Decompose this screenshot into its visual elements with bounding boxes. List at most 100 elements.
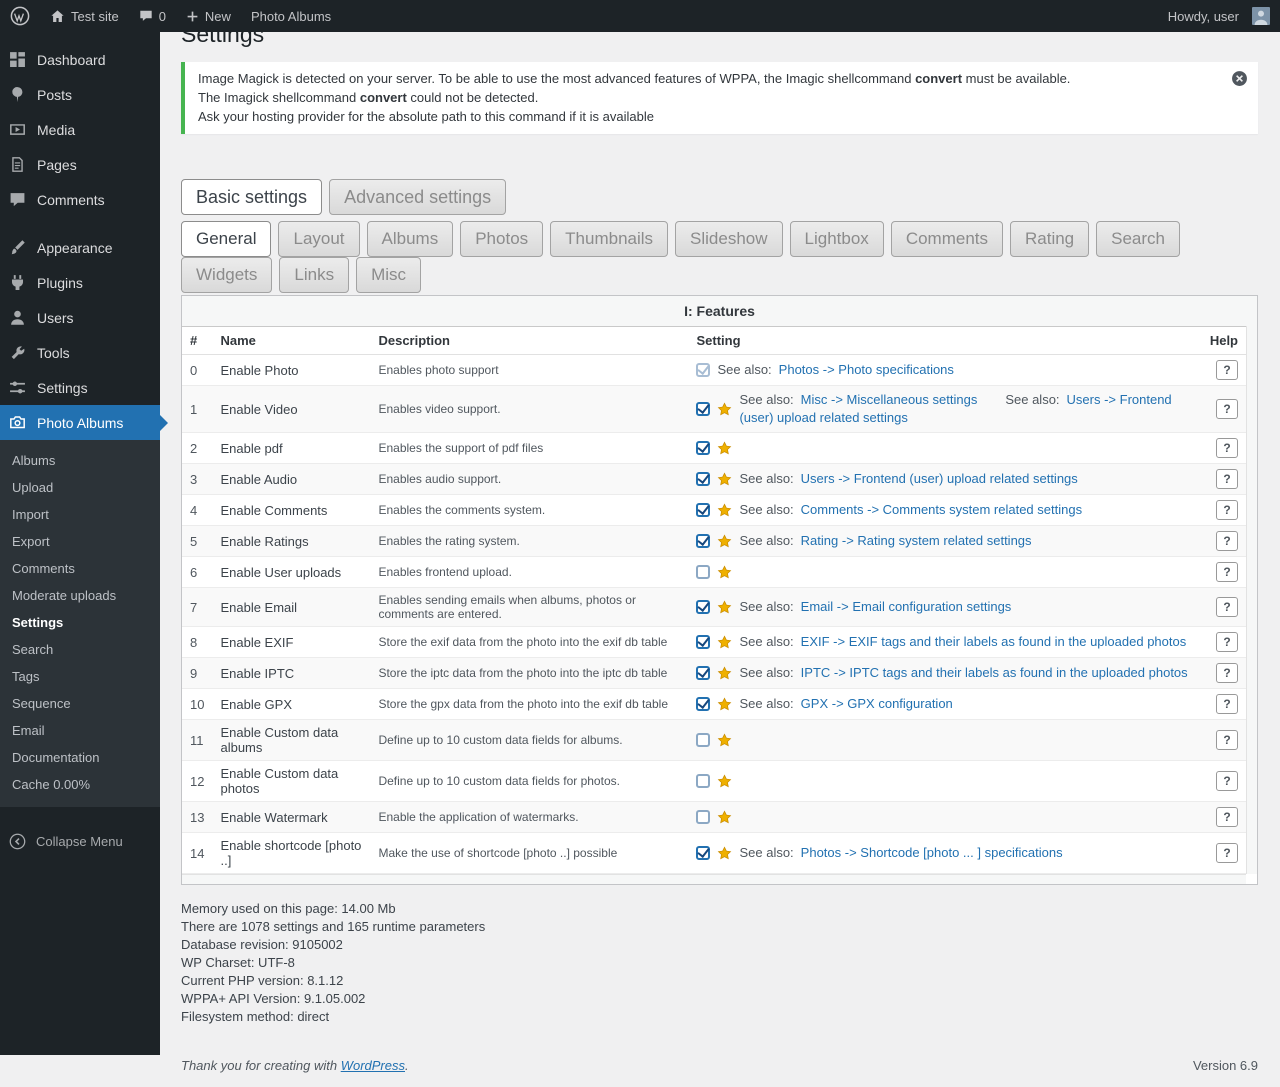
help-button[interactable]: ? bbox=[1216, 531, 1238, 551]
submenu-item-moderate-uploads[interactable]: Moderate uploads bbox=[0, 582, 160, 609]
submenu-item-import[interactable]: Import bbox=[0, 501, 160, 528]
sidebar-item-dashboard[interactable]: Dashboard bbox=[0, 42, 160, 77]
setting-checkbox[interactable] bbox=[696, 846, 710, 860]
subtab-photos[interactable]: Photos bbox=[460, 221, 543, 257]
star-icon bbox=[717, 402, 732, 417]
setting-checkbox[interactable] bbox=[696, 503, 710, 517]
setting-checkbox[interactable] bbox=[696, 733, 710, 747]
subtab-lightbox[interactable]: Lightbox bbox=[790, 221, 884, 257]
settings-icon bbox=[8, 378, 27, 397]
setting-checkbox[interactable] bbox=[696, 534, 710, 548]
subtab-search[interactable]: Search bbox=[1096, 221, 1180, 257]
sidebar-item-plugins[interactable]: Plugins bbox=[0, 265, 160, 300]
tab-basic-settings[interactable]: Basic settings bbox=[181, 179, 322, 215]
row-number: 11 bbox=[182, 720, 212, 761]
collapse-icon bbox=[8, 832, 27, 851]
admin-bar-comments-button[interactable]: 0 bbox=[129, 0, 176, 32]
submenu-item-albums[interactable]: Albums bbox=[0, 447, 160, 474]
wordpress-logo-icon bbox=[10, 6, 30, 26]
setting-checkbox[interactable] bbox=[696, 635, 710, 649]
setting-name: Enable Ratings bbox=[212, 526, 370, 557]
see-also-link[interactable]: IPTC -> IPTC tags and their labels as fo… bbox=[801, 665, 1188, 680]
submenu-item-export[interactable]: Export bbox=[0, 528, 160, 555]
help-button[interactable]: ? bbox=[1216, 500, 1238, 520]
howdy-menu[interactable]: Howdy, user bbox=[1158, 0, 1280, 32]
setting-checkbox[interactable] bbox=[696, 402, 710, 416]
help-button[interactable]: ? bbox=[1216, 843, 1238, 863]
help-button[interactable]: ? bbox=[1216, 632, 1238, 652]
setting-checkbox[interactable] bbox=[696, 441, 710, 455]
see-also-link[interactable]: EXIF -> EXIF tags and their labels as fo… bbox=[801, 634, 1187, 649]
collapse-menu-button[interactable]: Collapse Menu bbox=[0, 822, 160, 861]
sidebar-item-appearance[interactable]: Appearance bbox=[0, 230, 160, 265]
help-button[interactable]: ? bbox=[1216, 730, 1238, 750]
see-also-link[interactable]: Email -> Email configuration settings bbox=[801, 599, 1012, 614]
subtab-thumbnails[interactable]: Thumbnails bbox=[550, 221, 668, 257]
wordpress-link[interactable]: WordPress bbox=[341, 1058, 405, 1073]
sidebar-item-comments[interactable]: Comments bbox=[0, 182, 160, 217]
submenu-item-cache-0-00[interactable]: Cache 0.00% bbox=[0, 771, 160, 798]
setting-checkbox[interactable] bbox=[696, 600, 710, 614]
table-scrollbar-vertical[interactable] bbox=[1246, 326, 1257, 874]
site-menu[interactable]: Test site bbox=[40, 0, 129, 32]
help-button[interactable]: ? bbox=[1216, 663, 1238, 683]
see-also-link[interactable]: Comments -> Comments system related sett… bbox=[801, 502, 1082, 517]
dismiss-notice-button[interactable] bbox=[1231, 70, 1248, 92]
submenu-item-documentation[interactable]: Documentation bbox=[0, 744, 160, 771]
submenu-item-search[interactable]: Search bbox=[0, 636, 160, 663]
subtab-general[interactable]: General bbox=[181, 221, 271, 257]
see-also-link[interactable]: Users -> Frontend (user) upload related … bbox=[801, 471, 1078, 486]
help-button[interactable]: ? bbox=[1216, 771, 1238, 791]
see-also-link[interactable]: Photos -> Shortcode [photo ... ] specifi… bbox=[801, 845, 1063, 860]
setting-checkbox[interactable] bbox=[696, 697, 710, 711]
main-tabs: Basic settingsAdvanced settings bbox=[181, 179, 1258, 215]
see-also-link[interactable]: Misc -> Miscellaneous settings bbox=[801, 392, 978, 407]
help-button[interactable]: ? bbox=[1216, 360, 1238, 380]
help-button[interactable]: ? bbox=[1216, 438, 1238, 458]
help-button[interactable]: ? bbox=[1216, 469, 1238, 489]
subtab-misc[interactable]: Misc bbox=[356, 257, 421, 293]
subtab-links[interactable]: Links bbox=[279, 257, 349, 293]
help-button[interactable]: ? bbox=[1216, 562, 1238, 582]
table-scrollbar-horizontal[interactable] bbox=[182, 874, 1246, 884]
subtab-slideshow[interactable]: Slideshow bbox=[675, 221, 783, 257]
star-icon bbox=[717, 846, 732, 861]
help-button[interactable]: ? bbox=[1216, 597, 1238, 617]
submenu-item-sequence[interactable]: Sequence bbox=[0, 690, 160, 717]
wp-logo-button[interactable] bbox=[0, 0, 40, 32]
submenu-item-settings[interactable]: Settings bbox=[0, 609, 160, 636]
submenu-item-email[interactable]: Email bbox=[0, 717, 160, 744]
setting-checkbox[interactable] bbox=[696, 472, 710, 486]
subtab-layout[interactable]: Layout bbox=[278, 221, 359, 257]
sidebar-item-users[interactable]: Users bbox=[0, 300, 160, 335]
sidebar-item-posts[interactable]: Posts bbox=[0, 77, 160, 112]
new-content-button[interactable]: New bbox=[176, 0, 241, 32]
sidebar-item-media[interactable]: Media bbox=[0, 112, 160, 147]
subtab-rating[interactable]: Rating bbox=[1010, 221, 1089, 257]
setting-checkbox[interactable] bbox=[696, 810, 710, 824]
sidebar-item-pages[interactable]: Pages bbox=[0, 147, 160, 182]
setting-checkbox[interactable] bbox=[696, 666, 710, 680]
sidebar-item-photo-albums[interactable]: Photo Albums bbox=[0, 405, 160, 440]
admin-bar-photo-albums[interactable]: Photo Albums bbox=[241, 0, 341, 32]
help-button[interactable]: ? bbox=[1216, 694, 1238, 714]
setting-description: Enables photo support bbox=[370, 355, 688, 386]
setting-checkbox[interactable] bbox=[696, 774, 710, 788]
tab-advanced-settings[interactable]: Advanced settings bbox=[329, 179, 506, 215]
see-also-link[interactable]: Photos -> Photo specifications bbox=[779, 362, 954, 377]
help-button[interactable]: ? bbox=[1216, 399, 1238, 419]
sidebar-item-tools[interactable]: Tools bbox=[0, 335, 160, 370]
submenu-item-tags[interactable]: Tags bbox=[0, 663, 160, 690]
see-also-group: See also:Misc -> Miscellaneous settingsS… bbox=[739, 391, 1193, 427]
see-also-link[interactable]: GPX -> GPX configuration bbox=[801, 696, 953, 711]
submenu-item-upload[interactable]: Upload bbox=[0, 474, 160, 501]
sidebar-item-settings[interactable]: Settings bbox=[0, 370, 160, 405]
subtab-albums[interactable]: Albums bbox=[367, 221, 454, 257]
help-button[interactable]: ? bbox=[1216, 807, 1238, 827]
setting-checkbox[interactable] bbox=[696, 565, 710, 579]
subtab-comments[interactable]: Comments bbox=[891, 221, 1003, 257]
see-also-link[interactable]: Rating -> Rating system related settings bbox=[801, 533, 1032, 548]
submenu-item-comments[interactable]: Comments bbox=[0, 555, 160, 582]
table-row: 4Enable CommentsEnables the comments sys… bbox=[182, 495, 1246, 526]
subtab-widgets[interactable]: Widgets bbox=[181, 257, 272, 293]
